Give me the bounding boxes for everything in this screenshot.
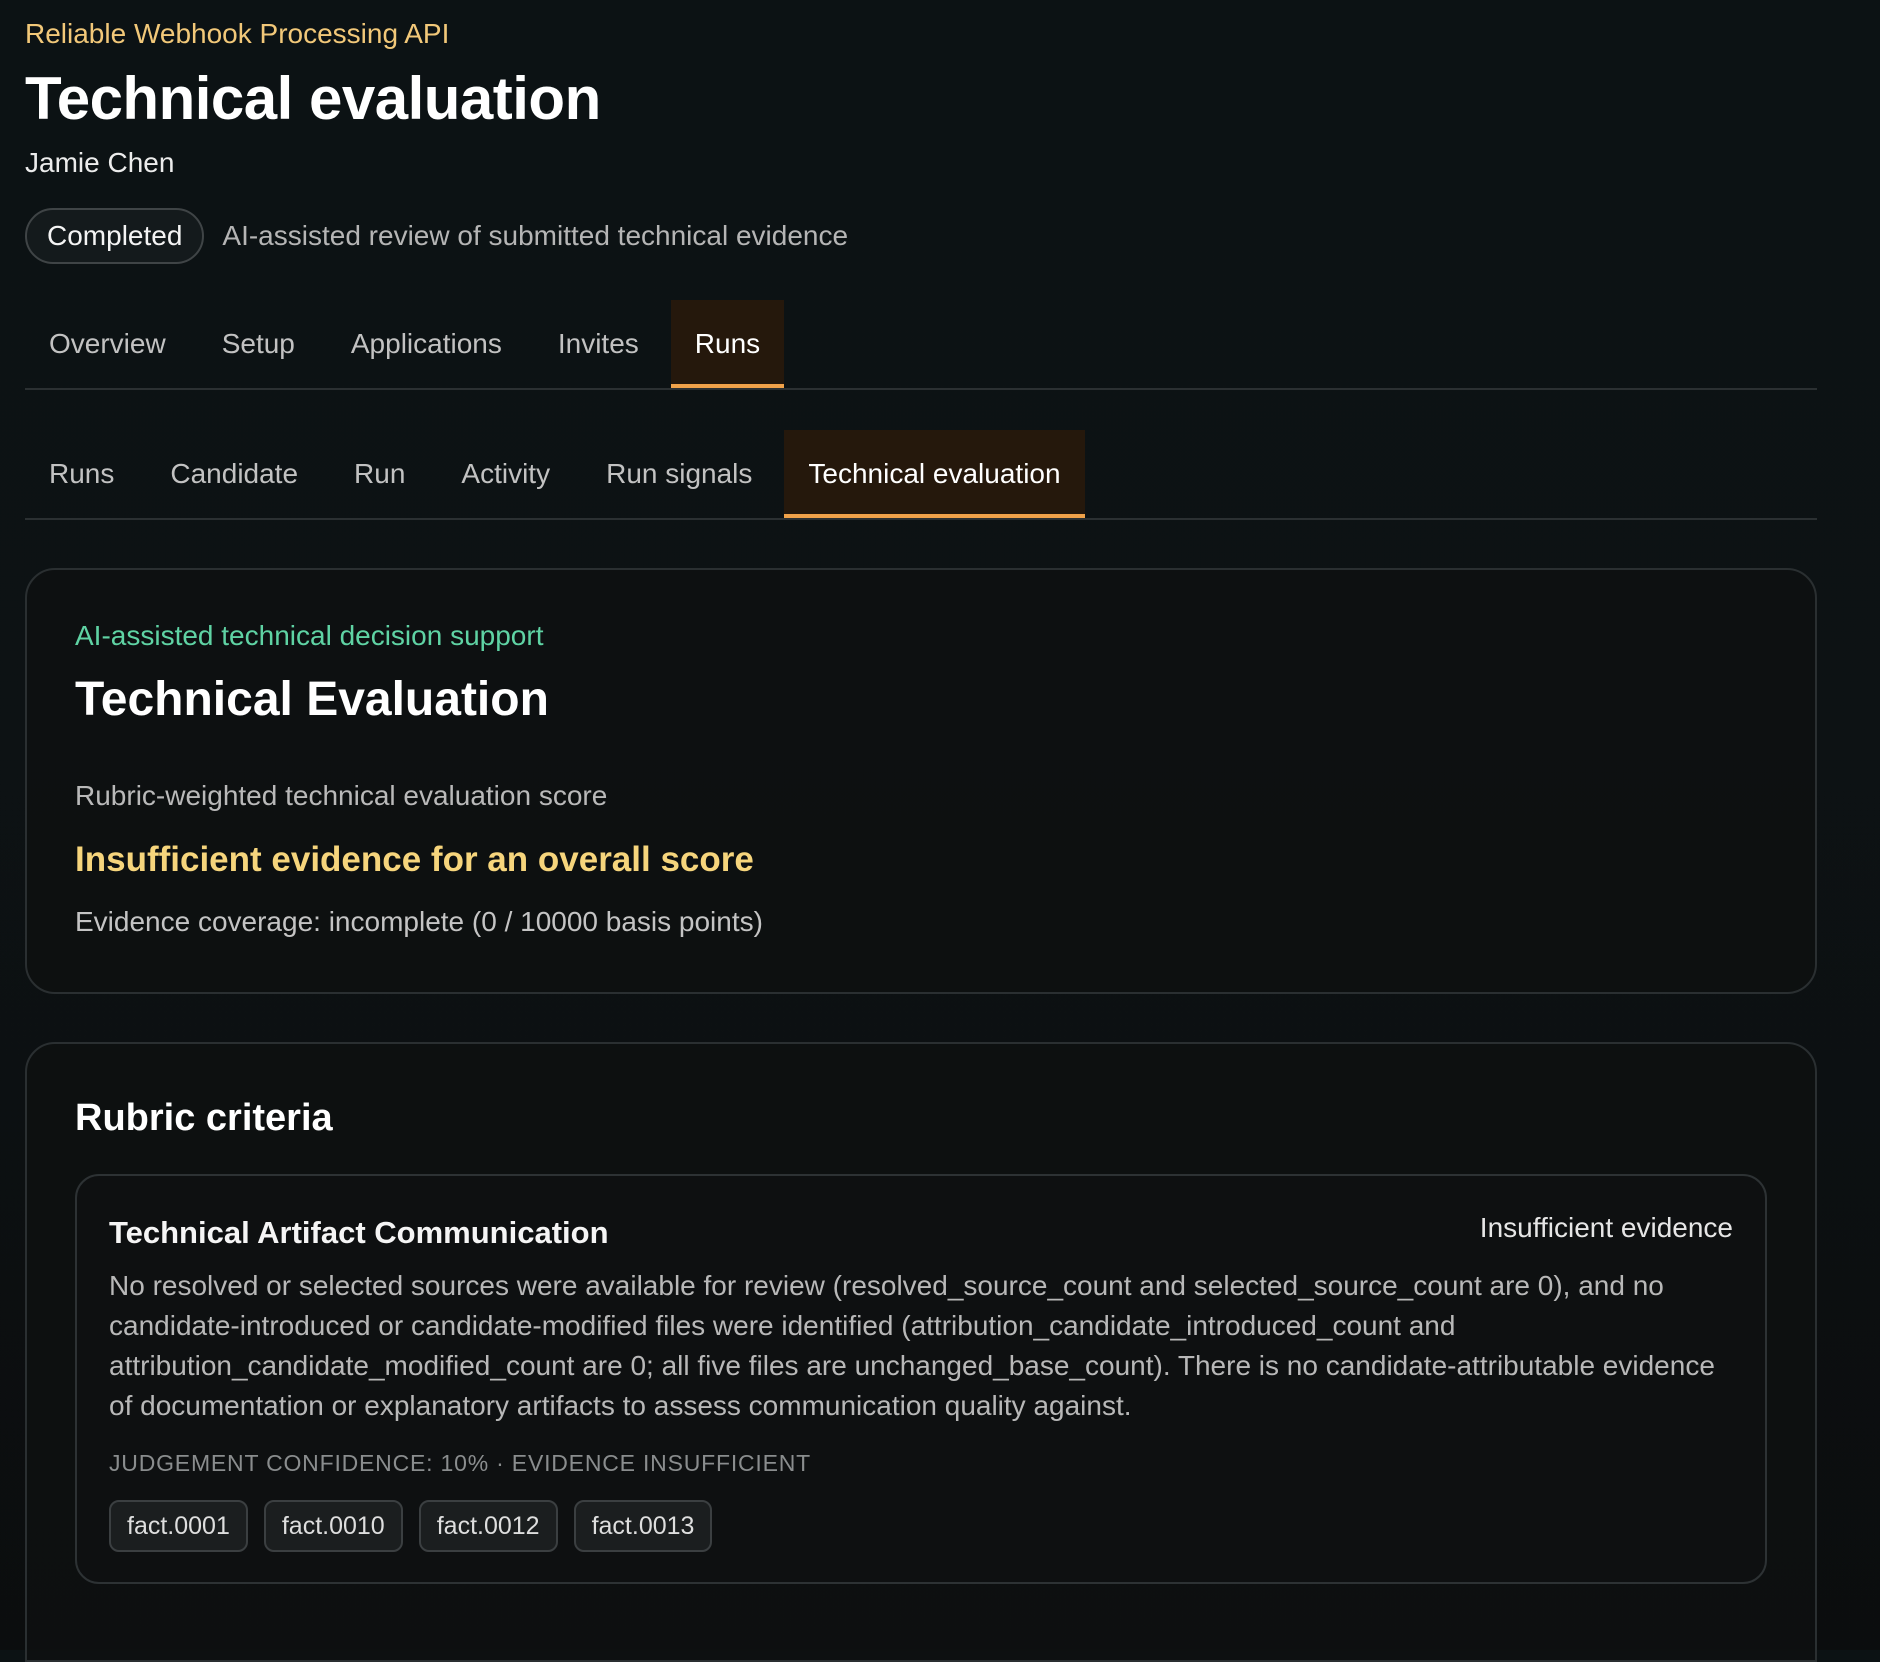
summary-title: Technical Evaluation xyxy=(75,673,549,726)
criterion-card: Technical Artifact Communication Insuffi… xyxy=(75,1174,1767,1584)
status-description: AI-assisted review of submitted technica… xyxy=(222,220,849,251)
page: Reliable Webhook Processing API Technica… xyxy=(25,0,1817,1662)
score-value: Insufficient evidence for an overall sco… xyxy=(75,840,754,879)
fact-chip-list: fact.0001 fact.0010 fact.0012 fact.0013 xyxy=(109,1500,1733,1552)
criterion-status: Insufficient evidence xyxy=(1479,1212,1733,1243)
criterion-header: Technical Artifact Communication Insuffi… xyxy=(109,1212,1733,1252)
tab-setup[interactable]: Setup xyxy=(198,300,319,388)
secondary-tabs: Runs Candidate Run Activity Run signals … xyxy=(25,430,1817,520)
tab-runs[interactable]: Runs xyxy=(670,300,785,388)
tab-applications[interactable]: Applications xyxy=(327,300,526,388)
tab-invites[interactable]: Invites xyxy=(534,300,663,388)
project-name: Reliable Webhook Processing API xyxy=(25,18,450,49)
criterion-rationale: No resolved or selected sources were ava… xyxy=(109,1270,1715,1421)
subtab-run[interactable]: Run xyxy=(330,430,429,518)
subtab-run-signals[interactable]: Run signals xyxy=(582,430,776,518)
fact-chip[interactable]: fact.0010 xyxy=(263,1500,403,1552)
criterion-name: Technical Artifact Communication xyxy=(109,1215,609,1250)
status-badge: Completed xyxy=(25,208,205,264)
fact-chip[interactable]: fact.0013 xyxy=(573,1500,713,1552)
subtab-technical-evaluation[interactable]: Technical evaluation xyxy=(784,430,1085,518)
score-label: Rubric-weighted technical evaluation sco… xyxy=(75,780,608,811)
subtab-activity[interactable]: Activity xyxy=(437,430,574,518)
fact-chip[interactable]: fact.0012 xyxy=(418,1500,558,1552)
summary-eyebrow: AI-assisted technical decision support xyxy=(75,620,544,651)
subtab-runs[interactable]: Runs xyxy=(25,430,138,518)
subtab-candidate[interactable]: Candidate xyxy=(146,430,322,518)
page-title: Technical evaluation xyxy=(25,65,601,132)
fact-chip[interactable]: fact.0001 xyxy=(109,1500,248,1552)
primary-tabs: Overview Setup Applications Invites Runs xyxy=(25,300,1817,390)
status-row: Completed AI-assisted review of submitte… xyxy=(25,206,1817,266)
rubric-criteria-card: Rubric criteria Technical Artifact Commu… xyxy=(25,1042,1817,1662)
tab-overview[interactable]: Overview xyxy=(25,300,190,388)
rubric-section-title: Rubric criteria xyxy=(75,1097,333,1139)
criterion-confidence: JUDGEMENT CONFIDENCE: 10% · EVIDENCE INS… xyxy=(109,1450,812,1476)
candidate-name: Jamie Chen xyxy=(25,147,175,178)
evidence-coverage: Evidence coverage: incomplete (0 / 10000… xyxy=(75,906,763,937)
evaluation-summary-card: AI-assisted technical decision support T… xyxy=(25,568,1817,994)
